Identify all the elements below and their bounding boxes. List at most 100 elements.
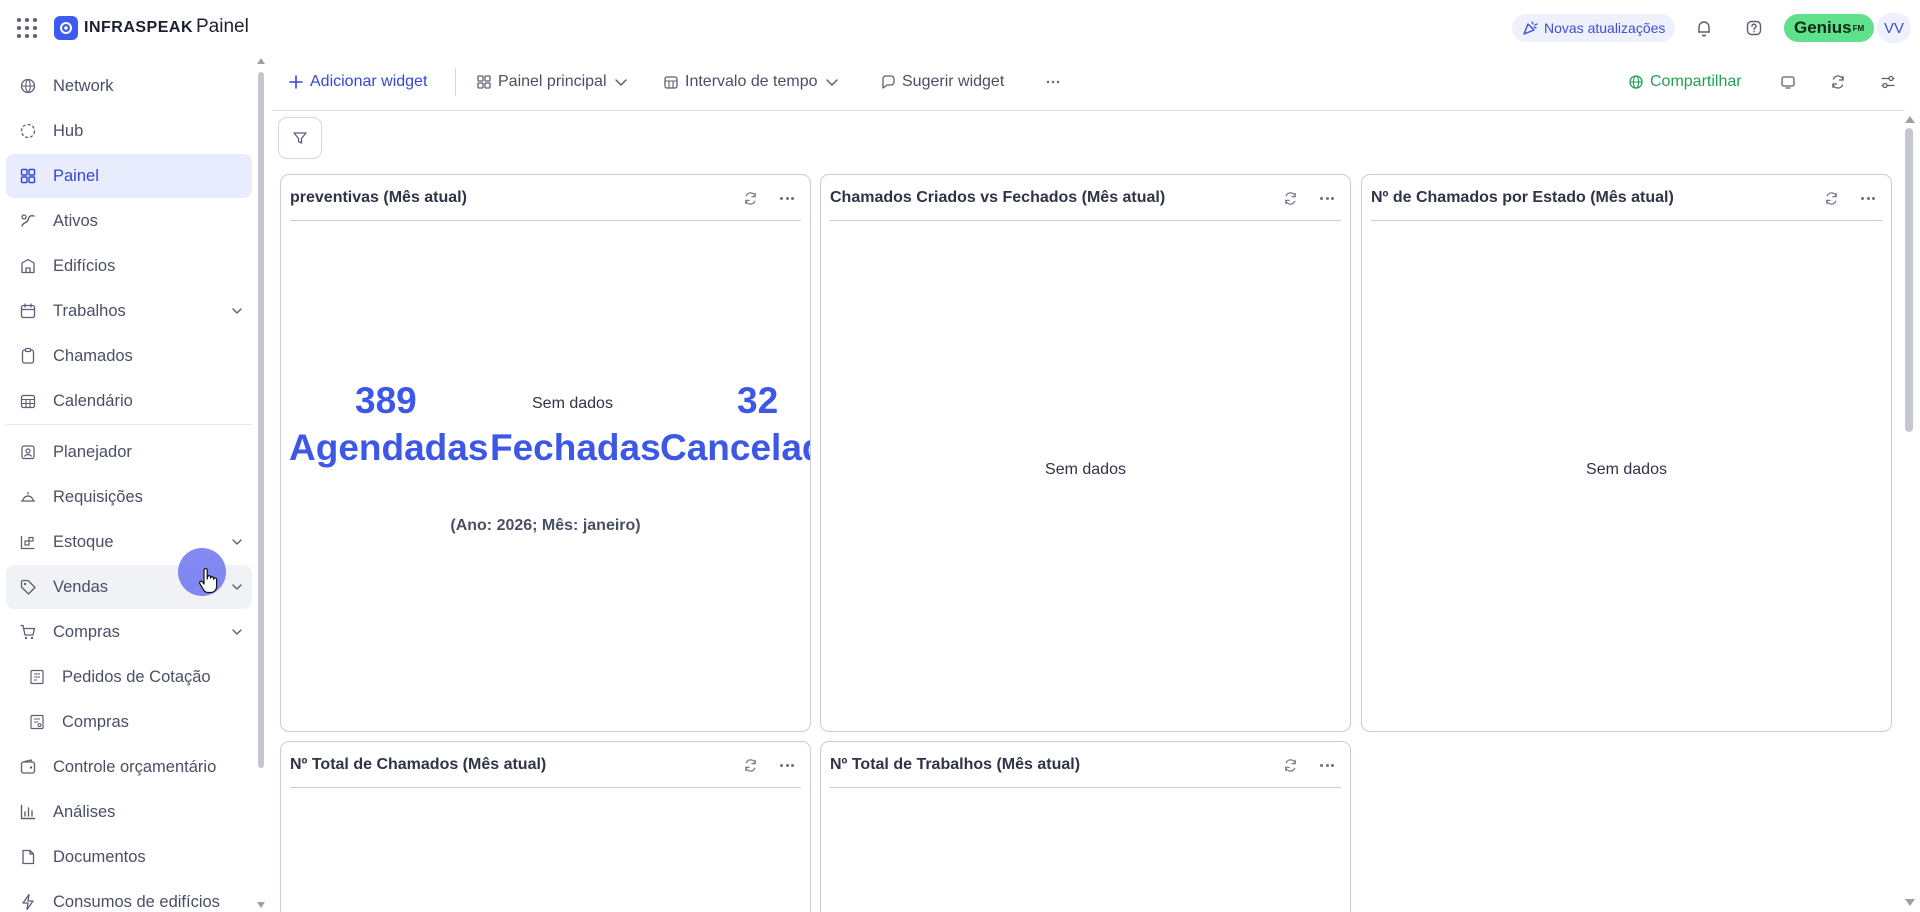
refresh-icon[interactable] <box>1283 758 1298 773</box>
suggest-widget-button[interactable]: Sugerir widget <box>880 70 1004 94</box>
sidebar-item-label: Pedidos de Cotação <box>62 667 211 686</box>
refresh-icon[interactable] <box>1283 191 1298 206</box>
sidebar-item-planejador[interactable]: Planejador <box>6 430 252 474</box>
bell-icon[interactable] <box>1692 16 1716 40</box>
document-icon <box>19 848 37 866</box>
network-icon <box>19 77 37 95</box>
share-button[interactable]: Compartilhar <box>1628 70 1742 94</box>
more-options-button[interactable] <box>1045 70 1061 94</box>
cart-icon <box>19 623 37 641</box>
genius-button[interactable]: Genius FM <box>1784 14 1875 42</box>
updates-button[interactable]: Novas atualizações <box>1512 14 1676 42</box>
help-icon[interactable] <box>1742 16 1766 40</box>
building-icon <box>19 257 37 275</box>
widget-header: Chamados Criados vs Fechados (Mês atual) <box>830 175 1341 221</box>
sidebar-item-label: Planejador <box>53 442 132 461</box>
sidebar-item-label: Ativos <box>53 211 98 230</box>
sidebar-item-documentos[interactable]: Documentos <box>6 835 252 879</box>
sidebar-item-controle-orcamentario[interactable]: Controle orçamentário <box>6 745 252 789</box>
tag-icon <box>19 578 37 596</box>
bar-chart-icon <box>19 803 37 821</box>
sidebar-item-label: Chamados <box>53 346 133 365</box>
sidebar-item-analises[interactable]: Análises <box>6 790 252 834</box>
add-widget-button[interactable]: Adicionar widget <box>288 70 427 94</box>
widget-title: Nº Total de Trabalhos (Mês atual) <box>830 755 1081 773</box>
widget-total-tickets: Nº Total de Chamados (Mês atual) <box>280 741 811 912</box>
sidebar-item-painel[interactable]: Painel <box>6 154 252 198</box>
widget-tickets-by-state: Nº de Chamados por Estado (Mês atual) Se… <box>1361 174 1892 732</box>
hand-cursor-icon <box>199 568 218 594</box>
plus-icon <box>289 75 303 89</box>
widget-title: Nº de Chamados por Estado (Mês atual) <box>1371 188 1674 206</box>
planner-icon <box>19 443 37 461</box>
chevron-down-icon[interactable] <box>230 580 244 594</box>
sidebar-item-label: Calendário <box>53 391 133 410</box>
widget-more-icon[interactable] <box>780 197 794 201</box>
sidebar-scroll-up-arrow[interactable] <box>257 58 265 64</box>
refresh-icon[interactable] <box>743 191 758 206</box>
toolbar-divider <box>455 68 456 96</box>
chat-bubble-icon <box>882 75 895 89</box>
sidebar-scroll-down-arrow[interactable] <box>257 902 265 908</box>
budget-icon <box>19 758 37 776</box>
sidebar-item-hub[interactable]: Hub <box>6 109 252 153</box>
stock-icon <box>19 533 37 551</box>
sidebar-item-requisicoes[interactable]: Requisições <box>6 475 252 519</box>
chevron-down-icon[interactable] <box>230 625 244 639</box>
sidebar-item-trabalhos[interactable]: Trabalhos <box>6 289 252 333</box>
sidebar-item-label: Painel <box>53 166 99 185</box>
widget-header: Nº Total de Trabalhos (Mês atual) <box>830 742 1341 788</box>
widget-more-icon[interactable] <box>1320 764 1334 768</box>
sidebar-item-label: Network <box>53 76 114 95</box>
sidebar-scrollbar[interactable] <box>258 72 264 768</box>
energy-icon <box>19 893 37 911</box>
sidebar-item-label: Hub <box>53 121 84 140</box>
updates-label: Novas atualizações <box>1544 20 1666 36</box>
empty-state-text: Sem dados <box>1045 461 1126 478</box>
party-icon <box>1523 21 1538 35</box>
sidebar-item-label: Análises <box>53 802 116 821</box>
chevron-down-icon <box>825 79 838 86</box>
sidebar-item-label: Vendas <box>53 577 109 596</box>
sidebar-item-edificios[interactable]: Edifícios <box>6 244 252 288</box>
sliders-icon <box>1881 75 1895 89</box>
sidebar-item-network[interactable]: Network <box>6 64 252 108</box>
widget-more-icon[interactable] <box>1320 197 1334 201</box>
sidebar-item-compras-sub[interactable]: Compras <box>6 700 252 744</box>
chevron-down-icon[interactable] <box>230 535 244 549</box>
sidebar-item-calendario[interactable]: Calendário <box>6 379 252 423</box>
refresh-icon[interactable] <box>743 758 758 773</box>
chevron-down-icon[interactable] <box>230 304 244 318</box>
sidebar-item-label: Requisições <box>53 487 143 506</box>
avatar[interactable]: VV <box>1877 13 1911 43</box>
sidebar-item-chamados[interactable]: Chamados <box>6 334 252 378</box>
widget-more-icon[interactable] <box>1861 197 1875 201</box>
more-horizontal-icon <box>1046 80 1060 84</box>
assets-icon <box>19 212 37 230</box>
sidebar-item-label: Edifícios <box>53 256 116 275</box>
dashboard-settings-button[interactable] <box>1880 70 1896 94</box>
sidebar-item-ativos[interactable]: Ativos <box>6 199 252 243</box>
calendar-grid-icon <box>19 392 37 410</box>
widget-preventivas: preventivas (Mês atual) 389 Sem dados 32… <box>280 174 811 732</box>
main-scrollbar[interactable] <box>1905 128 1913 432</box>
main-scroll-down-arrow[interactable] <box>1905 899 1915 906</box>
refresh-icon[interactable] <box>1824 191 1839 206</box>
refresh-all-button[interactable] <box>1830 70 1846 94</box>
sidebar-item-label: Estoque <box>53 532 114 551</box>
time-interval-select[interactable]: Intervalo de tempo <box>663 70 840 94</box>
kpi-closed-value: Sem dados <box>532 395 613 412</box>
sidebar-item-compras[interactable]: Compras <box>6 610 252 654</box>
chevron-down-icon <box>614 79 627 86</box>
sidebar-divider <box>6 424 252 425</box>
tv-mode-button[interactable] <box>1780 70 1796 94</box>
widget-more-icon[interactable] <box>780 764 794 768</box>
dashboard-select[interactable]: Painel principal <box>476 70 629 94</box>
filter-button[interactable] <box>278 117 322 159</box>
kpi-cancelled-label: Cancelad <box>660 427 811 468</box>
sidebar-item-pedidos-de-cotacao-sub[interactable]: Pedidos de Cotação <box>6 655 252 699</box>
main-scroll-up-arrow[interactable] <box>1905 116 1915 123</box>
quote-request-icon <box>28 668 46 686</box>
widget-header: preventivas (Mês atual) <box>290 175 801 221</box>
sidebar-item-consumos-de-edificios[interactable]: Consumos de edifícios <box>6 880 252 912</box>
